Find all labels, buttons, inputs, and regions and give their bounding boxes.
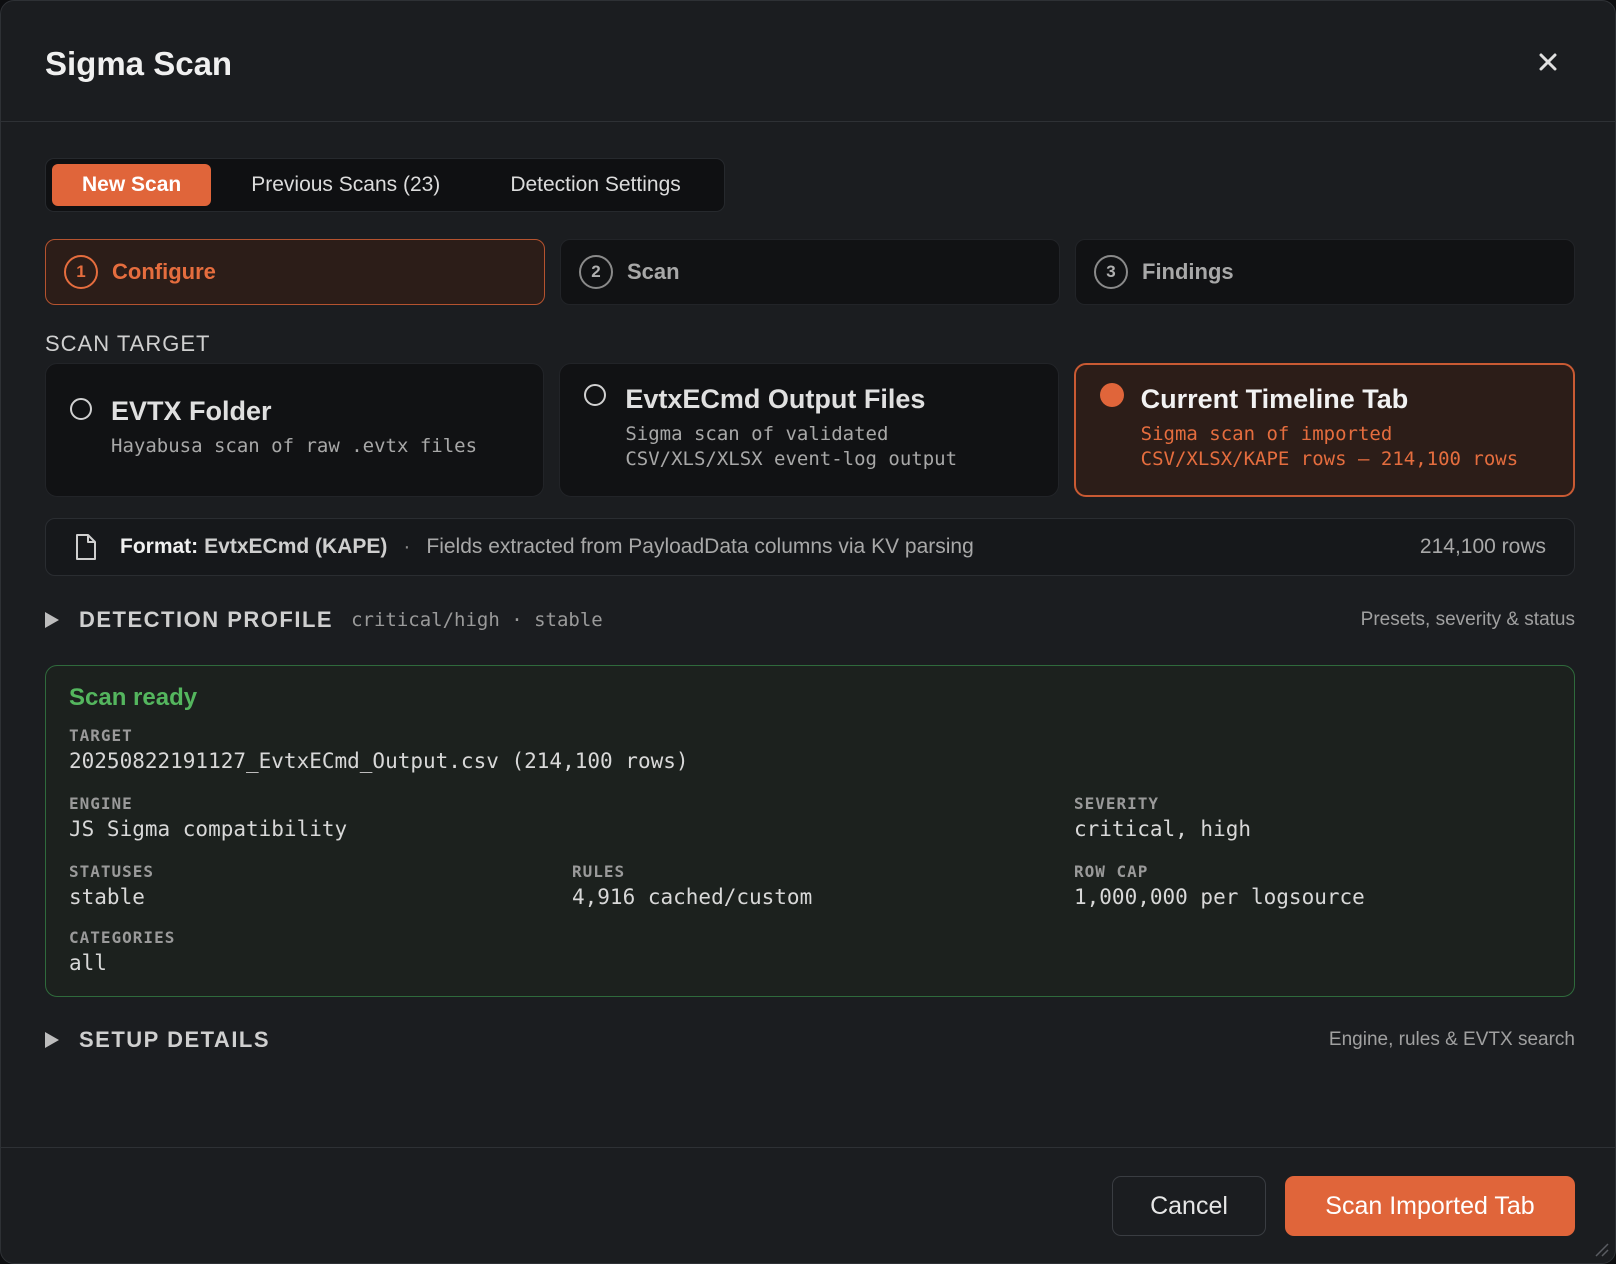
target-option-title: Current Timeline Tab bbox=[1140, 384, 1409, 414]
field-value: 1,000,000 per logsource bbox=[1074, 885, 1365, 909]
field-value: critical, high bbox=[1074, 817, 1252, 841]
scan-ready-title: Scan ready bbox=[69, 684, 198, 711]
scan-imported-tab-button[interactable]: Scan Imported Tab bbox=[1285, 1176, 1575, 1236]
rules-field: RULES 4,916 cached/custom bbox=[572, 862, 812, 909]
field-label: CATEGORIES bbox=[69, 928, 176, 947]
field-label: TARGET bbox=[69, 726, 133, 745]
tab-detection-settings[interactable]: Detection Settings bbox=[480, 164, 710, 206]
step-number: 1 bbox=[64, 255, 98, 289]
dialog-footer: Cancel Scan Imported Tab bbox=[1, 1147, 1615, 1263]
detection-profile-hint: Presets, severity & status bbox=[1360, 609, 1575, 630]
document-icon bbox=[76, 534, 96, 560]
field-value: all bbox=[69, 951, 107, 975]
target-field: TARGET 20250822191127_EvtxECmd_Output.cs… bbox=[69, 726, 689, 773]
field-label: ROW CAP bbox=[1074, 862, 1149, 881]
detection-profile-summary: critical/high · stable bbox=[351, 609, 603, 631]
target-option-title: EVTX Folder bbox=[111, 396, 272, 426]
expand-triangle-icon bbox=[45, 1032, 59, 1048]
step-scan[interactable]: 2 Scan bbox=[560, 239, 1060, 305]
field-label: ENGINE bbox=[69, 794, 133, 813]
tab-previous-scans[interactable]: Previous Scans (23) bbox=[221, 164, 470, 206]
field-value: stable bbox=[69, 885, 145, 909]
step-label: Findings bbox=[1142, 259, 1234, 284]
detection-profile-title: DETECTION PROFILE bbox=[79, 607, 334, 632]
field-label: RULES bbox=[572, 862, 626, 881]
row-cap-field: ROW CAP 1,000,000 per logsource bbox=[1074, 862, 1365, 909]
resize-grip-icon[interactable] bbox=[1591, 1239, 1609, 1257]
format-info-bar: Format: EvtxECmd (KAPE) · Fields extract… bbox=[45, 518, 1575, 576]
dialog-header: Sigma Scan bbox=[1, 1, 1615, 122]
format-description: Fields extracted from PayloadData column… bbox=[426, 535, 974, 558]
target-option-evtx-folder[interactable]: EVTX Folder Hayabusa scan of raw .evtx f… bbox=[45, 363, 545, 497]
field-label: SEVERITY bbox=[1074, 794, 1160, 813]
format-key: Format: bbox=[120, 535, 199, 558]
target-option-evtxecmd-files[interactable]: EvtxECmd Output Files Sigma scan of vali… bbox=[559, 363, 1059, 497]
field-label: STATUSES bbox=[69, 862, 155, 881]
scan-ready-panel: Scan ready TARGET 20250822191127_EvtxECm… bbox=[45, 665, 1575, 997]
dialog-title: Sigma Scan bbox=[45, 45, 233, 82]
field-value: 20250822191127_EvtxECmd_Output.csv (214,… bbox=[69, 749, 689, 773]
radio-selected-icon[interactable] bbox=[1099, 383, 1124, 407]
sigma-scan-dialog: Sigma Scan New Scan Previous Scans (23) … bbox=[0, 0, 1616, 1264]
format-separator: · bbox=[403, 535, 411, 558]
close-icon bbox=[1539, 53, 1557, 71]
target-option-current-timeline[interactable]: Current Timeline Tab Sigma scan of impor… bbox=[1073, 363, 1575, 497]
target-option-title: EvtxECmd Output Files bbox=[625, 384, 926, 414]
radio-icon[interactable] bbox=[70, 398, 92, 420]
step-label: Configure bbox=[112, 259, 216, 284]
target-option-desc: Sigma scan of imported CSV/XLSX/KAPE row… bbox=[1140, 423, 1519, 470]
target-option-desc: Hayabusa scan of raw .evtx files bbox=[111, 435, 478, 457]
format-value: EvtxECmd (KAPE) bbox=[204, 535, 388, 558]
format-row-count: 214,100 rows bbox=[1419, 535, 1546, 558]
expand-triangle-icon bbox=[45, 612, 59, 628]
severity-field: SEVERITY critical, high bbox=[1074, 794, 1251, 841]
scan-tabs: New Scan Previous Scans (23) Detection S… bbox=[45, 158, 725, 212]
wizard-steps: 1 Configure 2 Scan 3 Findings bbox=[45, 239, 1575, 305]
detection-profile-toggle[interactable]: DETECTION PROFILE critical/high · stable… bbox=[45, 605, 1575, 635]
step-number: 3 bbox=[1094, 255, 1128, 289]
field-value: JS Sigma compatibility bbox=[69, 817, 348, 841]
cancel-button[interactable]: Cancel bbox=[1112, 1176, 1266, 1236]
statuses-field: STATUSES stable bbox=[69, 862, 154, 909]
radio-icon[interactable] bbox=[584, 384, 607, 406]
step-configure[interactable]: 1 Configure bbox=[45, 239, 545, 305]
categories-field: CATEGORIES all bbox=[69, 928, 175, 975]
target-option-desc: Sigma scan of validated CSV/XLS/XLSX eve… bbox=[625, 423, 958, 470]
setup-details-toggle[interactable]: SETUP DETAILS Engine, rules & EVTX searc… bbox=[45, 1025, 1575, 1055]
scan-target-label: SCAN TARGET bbox=[45, 331, 211, 356]
step-findings[interactable]: 3 Findings bbox=[1075, 239, 1575, 305]
tab-new-scan[interactable]: New Scan bbox=[52, 164, 212, 206]
close-button[interactable] bbox=[1531, 45, 1565, 79]
engine-field: ENGINE JS Sigma compatibility bbox=[69, 794, 347, 841]
step-label: Scan bbox=[627, 259, 680, 284]
field-value: 4,916 cached/custom bbox=[572, 885, 813, 909]
setup-details-title: SETUP DETAILS bbox=[79, 1027, 271, 1052]
setup-details-hint: Engine, rules & EVTX search bbox=[1328, 1029, 1575, 1050]
scan-target-options: EVTX Folder Hayabusa scan of raw .evtx f… bbox=[45, 363, 1575, 497]
step-number: 2 bbox=[579, 255, 613, 289]
